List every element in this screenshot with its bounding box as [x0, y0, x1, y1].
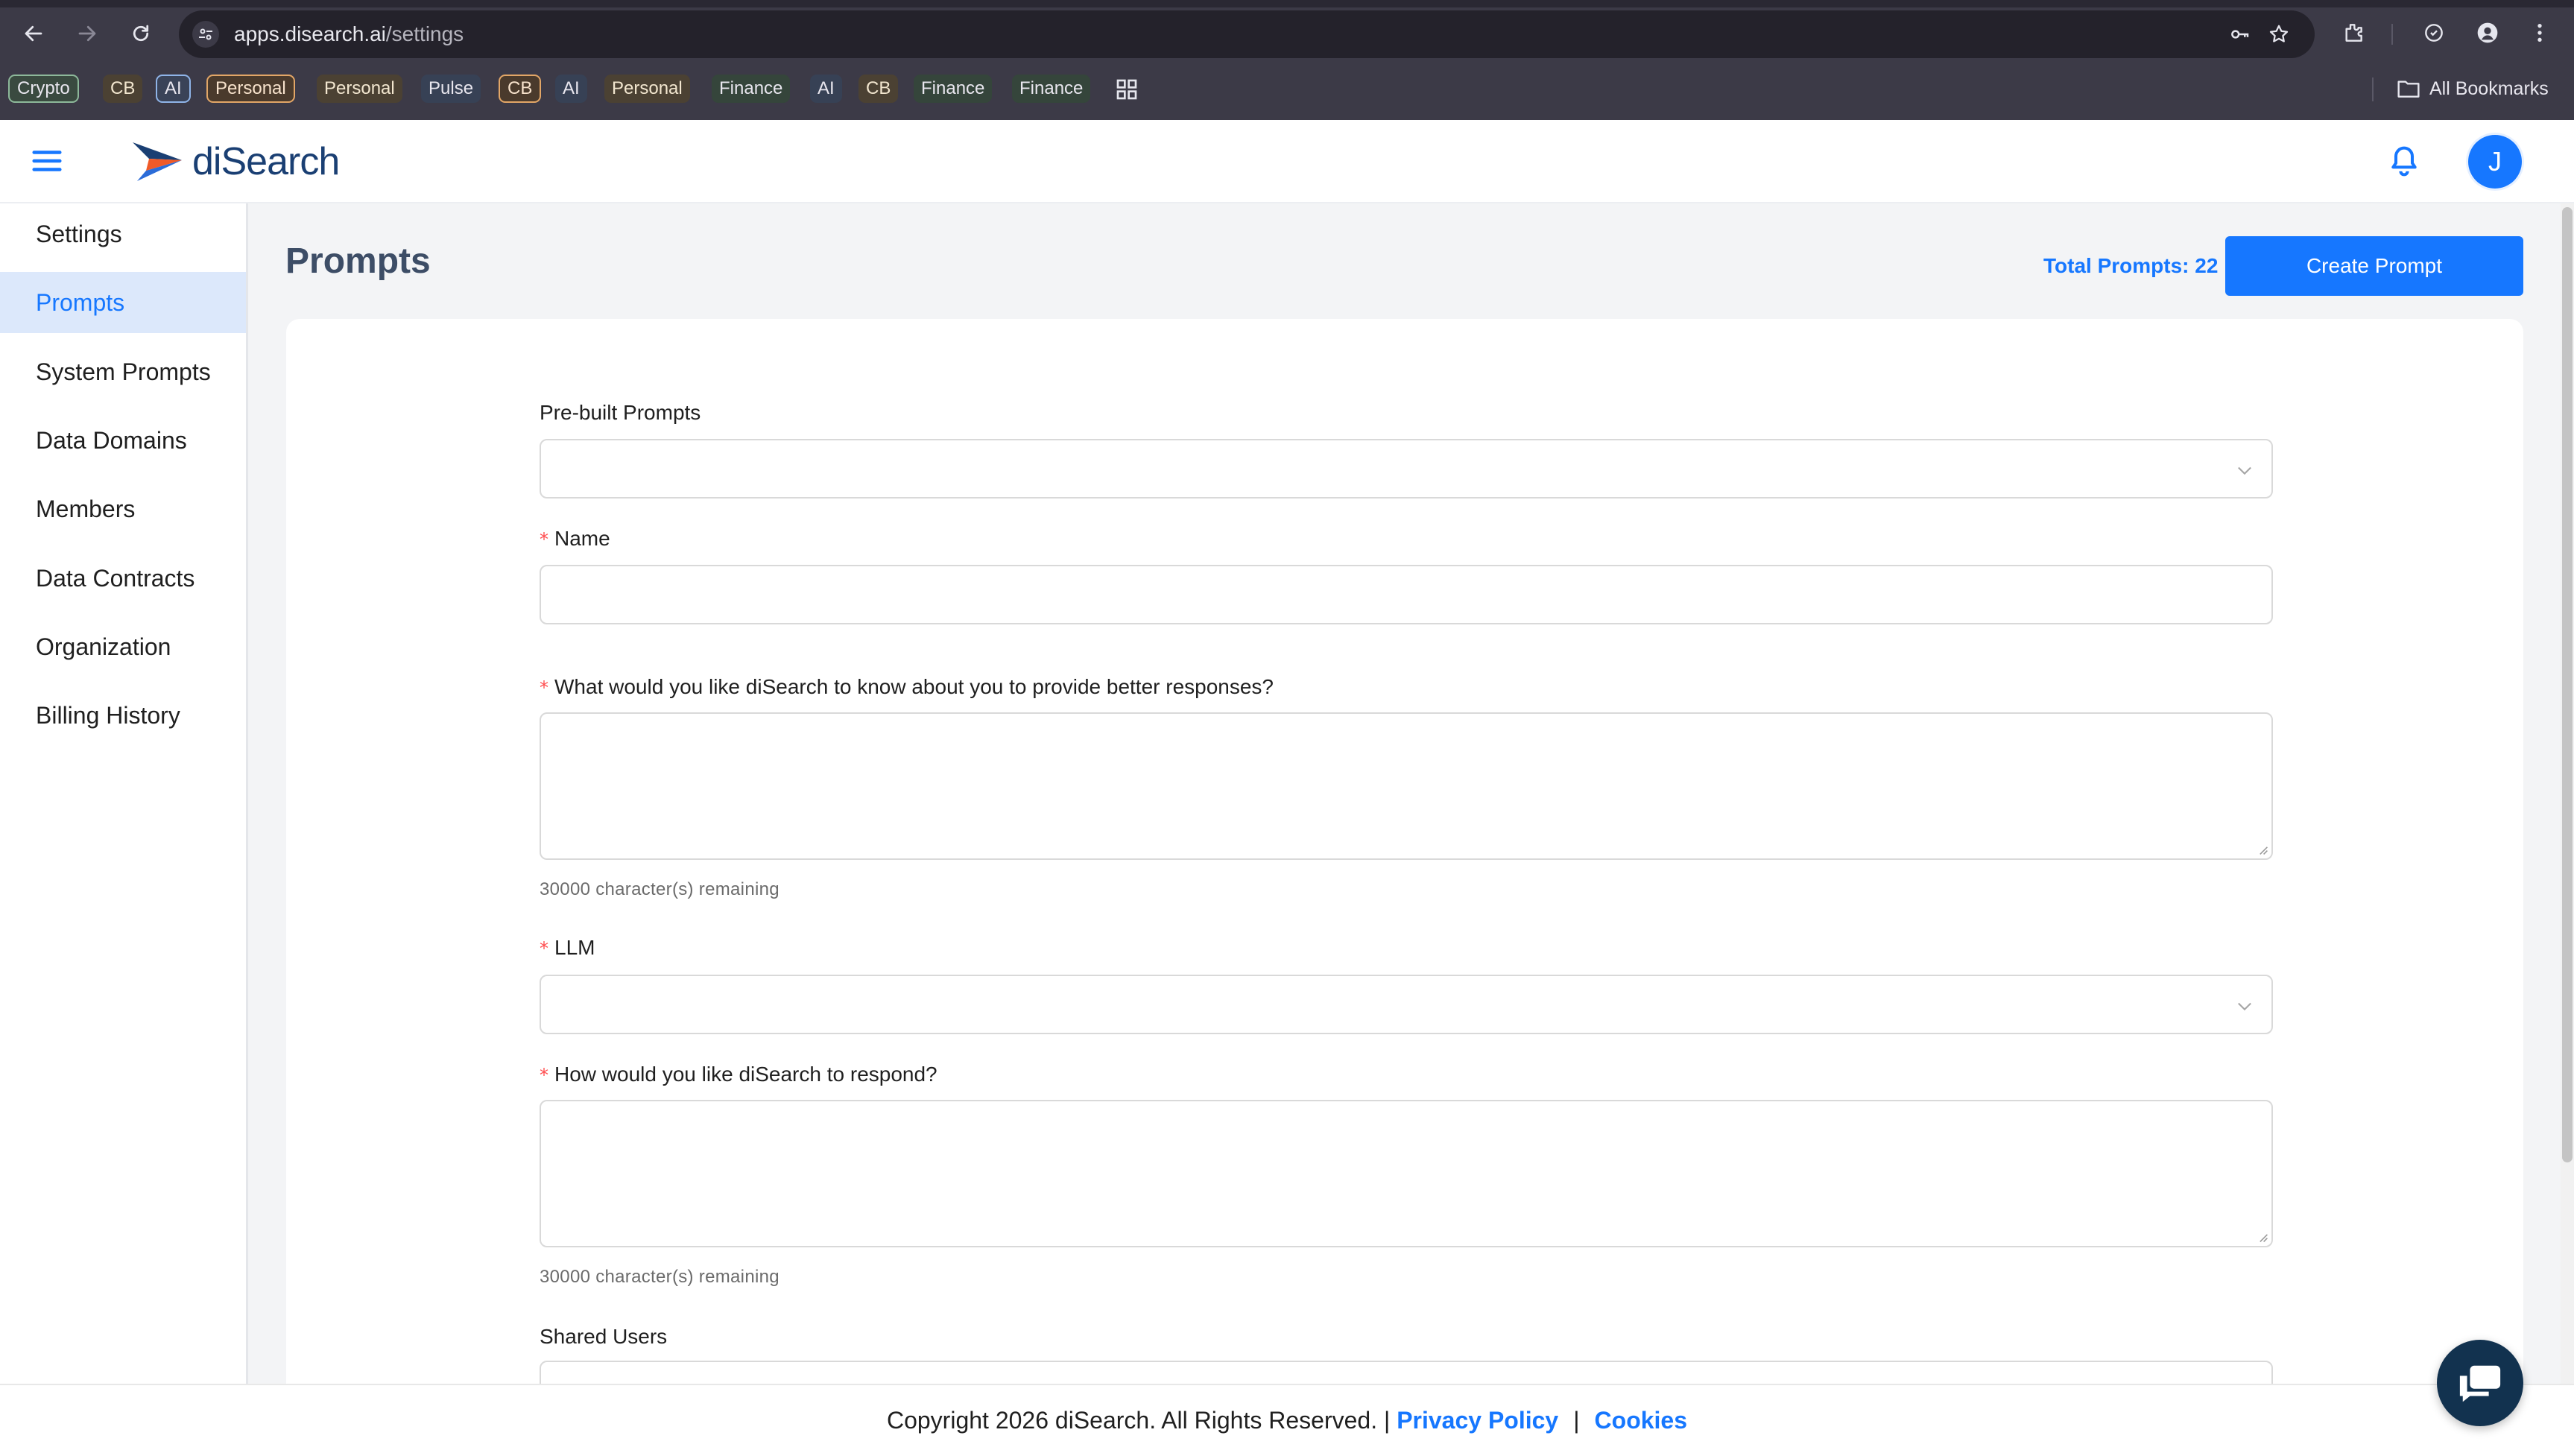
- name-label: * Name: [540, 527, 610, 551]
- bookmark-ai[interactable]: AI: [810, 75, 842, 103]
- total-prompts-count: Total Prompts: 22: [2043, 254, 2219, 277]
- sidebar-item-settings[interactable]: Settings: [0, 203, 246, 265]
- bookmark-finance[interactable]: Finance: [1012, 75, 1091, 103]
- toolbar-separator: [2391, 24, 2393, 45]
- reload-icon: [133, 25, 149, 42]
- arrow-right-icon: [78, 25, 96, 42]
- sidebar-item-data-contracts[interactable]: Data Contracts: [0, 548, 246, 609]
- apps-grid-icon[interactable]: [1115, 77, 1139, 101]
- sidebar-item-prompts[interactable]: Prompts: [0, 272, 246, 333]
- page-scrollbar-thumb[interactable]: [2562, 207, 2573, 1162]
- sidebar-item-data-domains[interactable]: Data Domains: [0, 410, 246, 471]
- url-text[interactable]: apps.disearch.ai/settings: [234, 21, 464, 48]
- forward-button[interactable]: [70, 16, 104, 51]
- logo-text: diSearch: [192, 140, 340, 183]
- bookmark-personal[interactable]: Personal: [604, 75, 690, 103]
- all-bookmarks-label: All Bookmarks: [2429, 77, 2549, 99]
- profile-icon[interactable]: [2471, 16, 2504, 49]
- name-input[interactable]: [540, 565, 2273, 624]
- name-label-text: Name: [554, 527, 610, 550]
- tune-icon: [199, 28, 212, 40]
- bookmark-cb[interactable]: CB: [858, 75, 899, 103]
- sidebar-item-organization[interactable]: Organization: [0, 616, 246, 677]
- chat-bubble-icon: [2459, 1365, 2501, 1402]
- all-bookmarks-button[interactable]: All Bookmarks: [2397, 75, 2549, 103]
- back-button[interactable]: [16, 16, 51, 51]
- bookmark-crypto[interactable]: Crypto: [8, 75, 79, 103]
- password-key-icon[interactable]: [2227, 21, 2254, 48]
- user-avatar[interactable]: J: [2468, 135, 2522, 189]
- privacy-policy-link[interactable]: Privacy Policy: [1397, 1407, 1558, 1434]
- chevron-down-icon: [2238, 466, 2251, 475]
- prebuilt-prompts-select[interactable]: [540, 439, 2273, 498]
- prompt-form-card: Pre-built Prompts * Name * What would you …: [286, 319, 2523, 1384]
- browser-chrome: apps.disearch.ai/settings Crypto CB AI P…: [0, 0, 2574, 120]
- app-logo[interactable]: diSearch: [131, 138, 340, 186]
- required-marker: *: [540, 677, 548, 698]
- required-marker: *: [540, 938, 548, 959]
- url-path: /settings: [385, 22, 464, 45]
- bookmark-star-icon[interactable]: [2265, 21, 2292, 48]
- respond-label: * How would you like diSearch to respond?: [540, 1063, 937, 1086]
- window-top-edge: [0, 0, 2574, 7]
- extensions-icon[interactable]: [2337, 16, 2370, 49]
- cookies-link[interactable]: Cookies: [1595, 1407, 1687, 1434]
- bookmark-ai[interactable]: AI: [555, 75, 587, 103]
- page-title: Prompts: [285, 241, 431, 281]
- main-content: Prompts Total Prompts: 22 Create Prompt …: [248, 203, 2561, 1384]
- resize-grip-icon[interactable]: [2257, 843, 2268, 855]
- about-you-remaining: 30000 character(s) remaining: [540, 879, 780, 899]
- url-host: apps.disearch.ai: [234, 22, 386, 45]
- bookmark-cb[interactable]: CB: [499, 75, 542, 103]
- about-you-label-text: What would you like diSearch to know abo…: [554, 675, 1274, 698]
- respond-remaining: 30000 character(s) remaining: [540, 1267, 780, 1287]
- chevron-down-icon: [2238, 1002, 2251, 1011]
- sidebar-item-system-prompts[interactable]: System Prompts: [0, 341, 246, 402]
- disearch-logo-icon: [133, 142, 182, 181]
- reload-button[interactable]: [124, 16, 158, 51]
- bookmark-finance[interactable]: Finance: [914, 75, 993, 103]
- shared-users-select[interactable]: [540, 1361, 2273, 1384]
- more-menu-icon[interactable]: [2523, 16, 2556, 49]
- bookmark-finance[interactable]: Finance: [712, 75, 791, 103]
- required-marker: *: [540, 529, 548, 550]
- sidebar-item-members[interactable]: Members: [0, 478, 246, 539]
- prebuilt-prompts-label: Pre-built Prompts: [540, 401, 701, 424]
- respond-label-text: How would you like diSearch to respond?: [554, 1063, 937, 1086]
- sync-icon[interactable]: [2418, 16, 2450, 49]
- about-you-label: * What would you like diSearch to know ab…: [540, 675, 1274, 699]
- settings-sidebar: Settings Prompts System Prompts Data Dom…: [0, 203, 248, 1384]
- notification-bell-icon[interactable]: [2388, 144, 2420, 180]
- llm-label: * LLM: [540, 936, 595, 960]
- required-marker: *: [540, 1065, 548, 1086]
- bookmarks-bar: Crypto CB AI Personal Personal Pulse CB …: [0, 70, 2574, 109]
- shared-users-label: Shared Users: [540, 1325, 668, 1348]
- bookmark-personal[interactable]: Personal: [206, 75, 295, 103]
- create-prompt-button[interactable]: Create Prompt: [2225, 236, 2523, 296]
- bookmark-pulse[interactable]: Pulse: [421, 75, 481, 103]
- app-header: diSearch J: [0, 120, 2574, 203]
- sidebar-item-billing-history[interactable]: Billing History: [0, 685, 246, 746]
- bookmark-personal[interactable]: Personal: [317, 75, 402, 103]
- about-you-textarea[interactable]: [540, 712, 2273, 860]
- copyright-text: Copyright 2026 diSearch. All Rights Rese…: [886, 1407, 1391, 1434]
- arrow-left-icon: [25, 25, 42, 42]
- address-bar[interactable]: apps.disearch.ai/settings: [179, 10, 2315, 58]
- resize-grip-icon[interactable]: [2257, 1231, 2268, 1243]
- respond-textarea[interactable]: [540, 1100, 2273, 1247]
- chat-support-button[interactable]: [2437, 1340, 2523, 1426]
- folder-icon: [2397, 80, 2420, 98]
- bookmark-ai[interactable]: AI: [156, 75, 191, 103]
- site-info-button[interactable]: [192, 21, 219, 48]
- bookmarks-separator: [2372, 77, 2374, 101]
- page-footer: Copyright 2026 diSearch. All Rights Rese…: [0, 1384, 2574, 1456]
- llm-select[interactable]: [540, 975, 2273, 1034]
- bookmark-cb[interactable]: CB: [103, 75, 143, 103]
- footer-separator: |: [1573, 1407, 1580, 1434]
- hamburger-menu-icon[interactable]: [30, 144, 64, 178]
- llm-label-text: LLM: [554, 936, 595, 959]
